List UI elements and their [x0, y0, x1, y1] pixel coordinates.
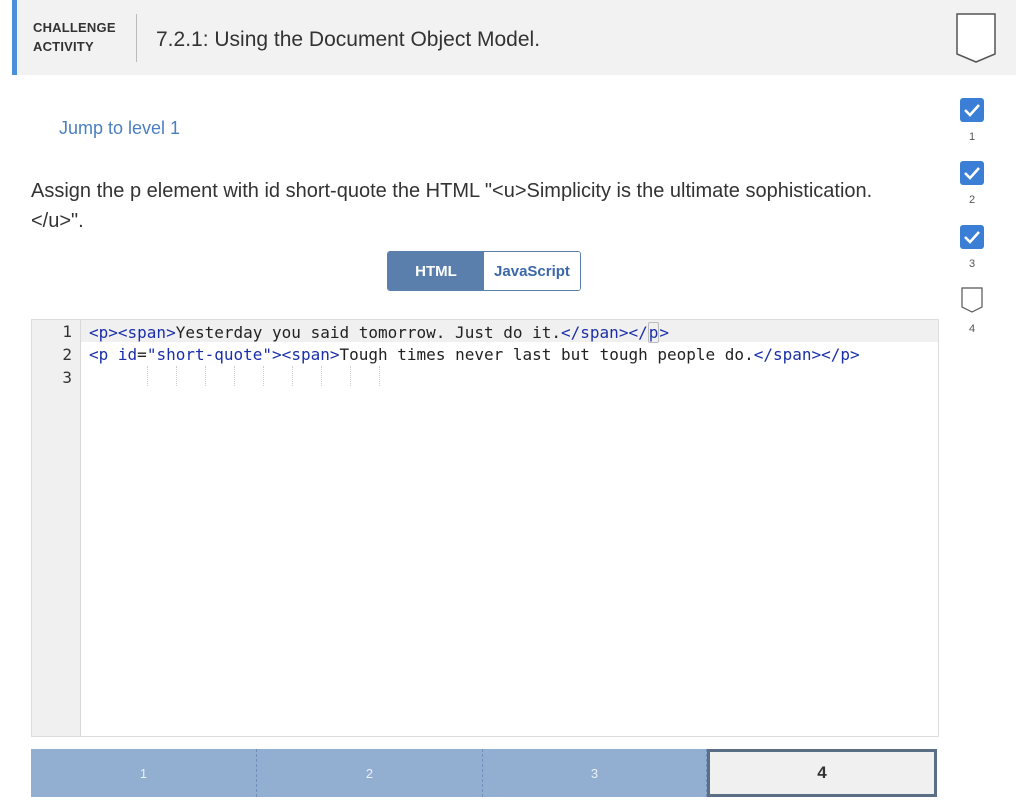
- line-number: 3: [62, 368, 72, 387]
- level-indicator-4[interactable]: 4: [958, 287, 986, 335]
- level-number: 2: [968, 194, 976, 206]
- progress-segment-current[interactable]: 4: [707, 749, 937, 797]
- level-number: 4: [968, 323, 976, 335]
- code-text: Yesterday you said tomorrow. Just do it.: [175, 323, 562, 342]
- line-number: 2: [62, 345, 72, 364]
- level-indicator-3[interactable]: 3: [958, 225, 986, 270]
- empty-level-icon: [961, 287, 983, 313]
- level-number: 1: [968, 131, 976, 143]
- progress-segment[interactable]: 1: [31, 749, 257, 797]
- level-progress-bar: 1 2 3 4: [31, 749, 937, 797]
- code-tag: <p: [89, 345, 118, 364]
- code-tag-match: p: [647, 322, 660, 343]
- challenge-badge: CHALLENGE ACTIVITY: [33, 18, 116, 56]
- header-divider: [136, 14, 137, 62]
- badge-line2: ACTIVITY: [33, 39, 94, 54]
- level-indicator-1[interactable]: 1: [958, 98, 986, 143]
- code-string: "short-quote": [146, 345, 273, 364]
- code-tag: <p><span>: [89, 323, 176, 342]
- checkmark-icon: [960, 161, 984, 185]
- code-tag: ><span>: [272, 345, 340, 364]
- activity-title: 7.2.1: Using the Document Object Model.: [156, 28, 541, 51]
- code-tag: </span></p>: [753, 345, 860, 364]
- jump-to-level-link[interactable]: Jump to level 1: [59, 118, 180, 139]
- checkmark-icon: [960, 225, 984, 249]
- code-attr: id: [117, 345, 138, 364]
- code-tag: >: [659, 323, 669, 342]
- instructions-text: Assign the p element with id short-quote…: [31, 180, 873, 232]
- progress-segment[interactable]: 3: [483, 749, 707, 797]
- code-text: Tough times never last but tough people …: [339, 345, 754, 364]
- code-eq: =: [137, 345, 147, 364]
- checkmark-icon: [960, 98, 984, 122]
- bookmark-icon[interactable]: [956, 13, 996, 63]
- line-number: 1: [62, 322, 72, 341]
- level-number: 3: [968, 258, 976, 270]
- progress-segment[interactable]: 2: [257, 749, 483, 797]
- tab-javascript[interactable]: JavaScript: [484, 252, 580, 290]
- level-indicator-2[interactable]: 2: [958, 161, 986, 206]
- code-tag: </span></: [561, 323, 648, 342]
- code-line-2[interactable]: <p id="short-quote"><span>Tough times ne…: [89, 345, 860, 364]
- code-line-1[interactable]: <p><span>Yesterday you said tomorrow. Ju…: [89, 322, 669, 343]
- language-toggle: HTML JavaScript: [387, 251, 581, 291]
- line-number-gutter: 1 2 3: [32, 320, 81, 736]
- badge-line1: CHALLENGE: [33, 20, 116, 35]
- activity-header: CHALLENGE ACTIVITY 7.2.1: Using the Docu…: [12, 0, 1016, 75]
- code-editor[interactable]: 1 2 3 <p><span>Yesterday you said tomorr…: [31, 319, 939, 737]
- tab-html[interactable]: HTML: [388, 252, 484, 290]
